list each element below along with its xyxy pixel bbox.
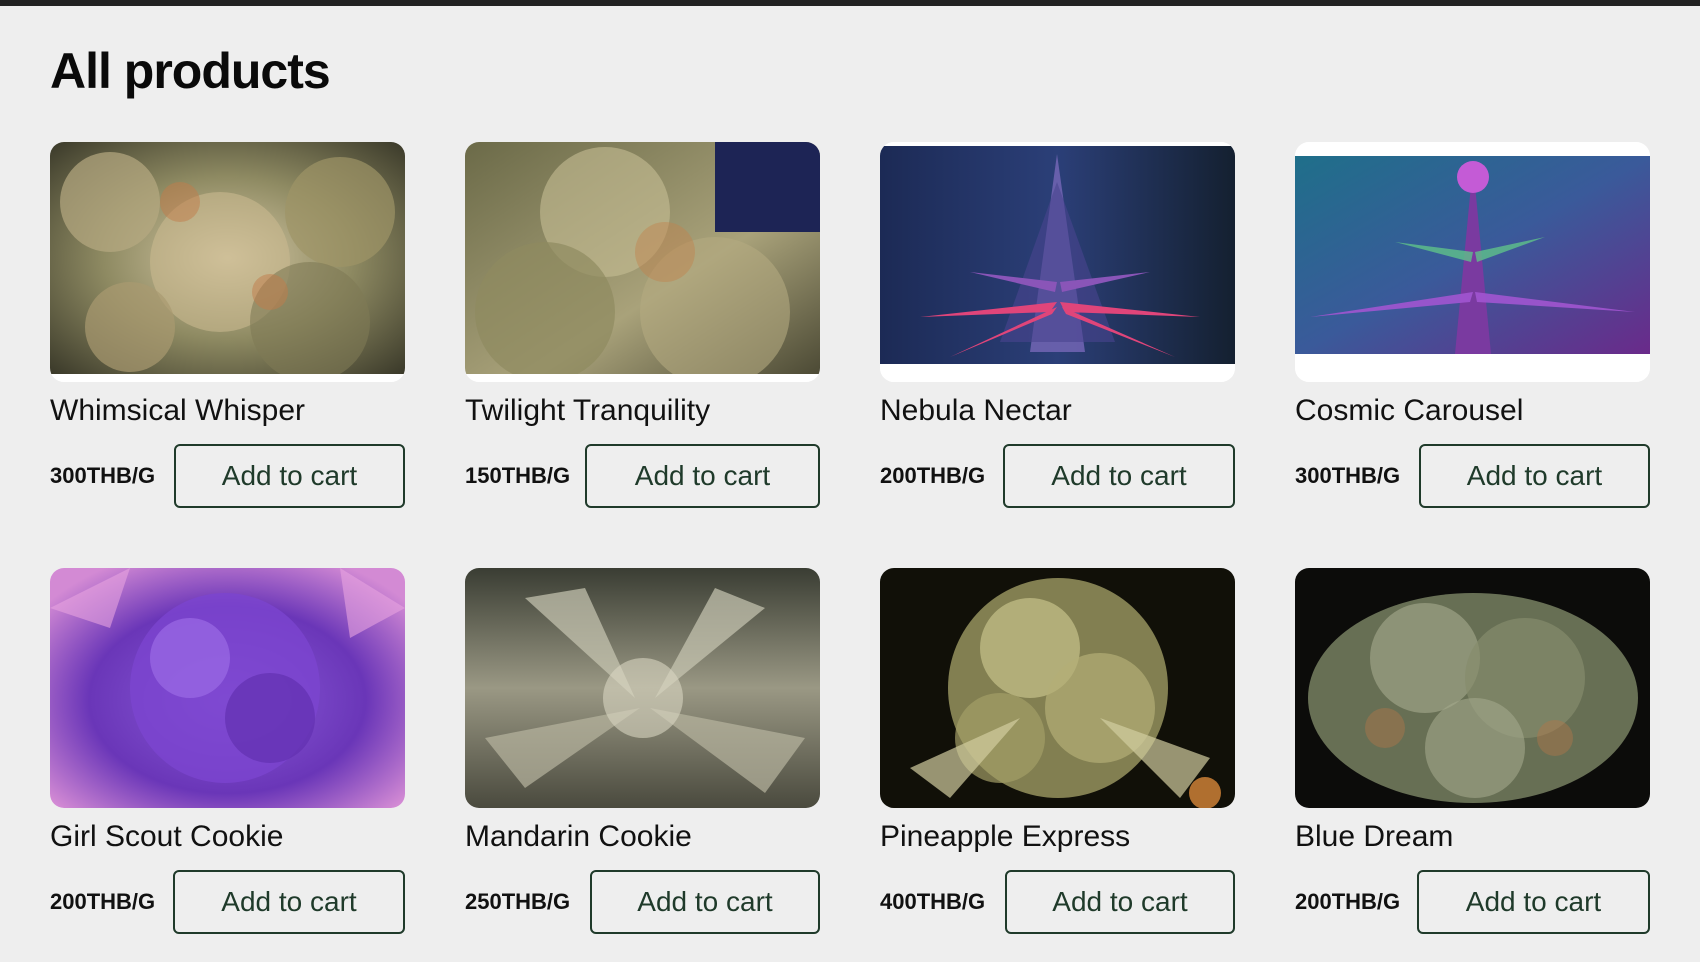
purchase-row: 400THB/G Add to cart	[880, 870, 1235, 934]
purchase-row: 200THB/G Add to cart	[1295, 870, 1650, 934]
product-grid: Whimsical Whisper 300THB/G Add to cart T…	[50, 142, 1650, 934]
add-to-cart-button[interactable]: Add to cart	[173, 870, 405, 934]
product-image[interactable]	[50, 568, 405, 808]
product-name: Mandarin Cookie	[465, 820, 692, 853]
add-to-cart-button[interactable]: Add to cart	[590, 870, 820, 934]
product-price: 300THB/G	[50, 463, 156, 488]
purchase-row: 200THB/G Add to cart	[50, 870, 405, 934]
product-name: Twilight Tranquility	[465, 394, 711, 427]
product-image[interactable]	[465, 142, 820, 382]
product-name: Cosmic Carousel	[1295, 394, 1524, 427]
product-image[interactable]	[50, 142, 405, 382]
product-price: 200THB/G	[50, 889, 156, 914]
product-name: Pineapple Express	[880, 820, 1131, 853]
product-name: Whimsical Whisper	[50, 394, 306, 427]
product-price: 250THB/G	[465, 889, 571, 914]
product-card[interactable]: Whimsical Whisper 300THB/G Add to cart	[50, 142, 405, 508]
product-image[interactable]	[880, 142, 1235, 382]
product-image[interactable]	[465, 568, 820, 808]
product-price: 300THB/G	[1295, 463, 1401, 488]
add-to-cart-button[interactable]: Add to cart	[585, 444, 820, 508]
purchase-row: 200THB/G Add to cart	[880, 444, 1235, 508]
product-name: Nebula Nectar	[880, 394, 1072, 427]
add-to-cart-button[interactable]: Add to cart	[1417, 870, 1650, 934]
top-bar	[0, 0, 1700, 6]
add-to-cart-button[interactable]: Add to cart	[174, 444, 405, 508]
product-card[interactable]: Twilight Tranquility 150THB/G Add to car…	[465, 142, 820, 508]
product-image[interactable]	[1295, 568, 1650, 808]
product-card[interactable]: Cosmic Carousel 300THB/G Add to cart	[1295, 142, 1650, 508]
product-price: 200THB/G	[880, 463, 986, 488]
add-to-cart-button[interactable]: Add to cart	[1419, 444, 1650, 508]
purchase-row: 300THB/G Add to cart	[1295, 444, 1650, 508]
product-card[interactable]: Mandarin Cookie 250THB/G Add to cart	[465, 568, 820, 934]
product-image[interactable]	[1295, 142, 1650, 382]
page-title: All products	[50, 43, 331, 99]
product-price: 150THB/G	[465, 463, 571, 488]
product-card[interactable]: Girl Scout Cookie 200THB/G Add to cart	[50, 568, 405, 934]
purchase-row: 150THB/G Add to cart	[465, 444, 820, 508]
product-price: 200THB/G	[1295, 889, 1401, 914]
product-card[interactable]: Blue Dream 200THB/G Add to cart	[1295, 568, 1650, 934]
product-name: Blue Dream	[1295, 820, 1454, 853]
add-to-cart-button[interactable]: Add to cart	[1003, 444, 1235, 508]
purchase-row: 250THB/G Add to cart	[465, 870, 820, 934]
add-to-cart-button[interactable]: Add to cart	[1005, 870, 1235, 934]
purchase-row: 300THB/G Add to cart	[50, 444, 405, 508]
product-card[interactable]: Nebula Nectar 200THB/G Add to cart	[880, 142, 1235, 508]
product-name: Girl Scout Cookie	[50, 820, 284, 853]
product-price: 400THB/G	[880, 889, 986, 914]
product-image[interactable]	[880, 568, 1235, 808]
product-card[interactable]: Pineapple Express 400THB/G Add to cart	[880, 568, 1235, 934]
